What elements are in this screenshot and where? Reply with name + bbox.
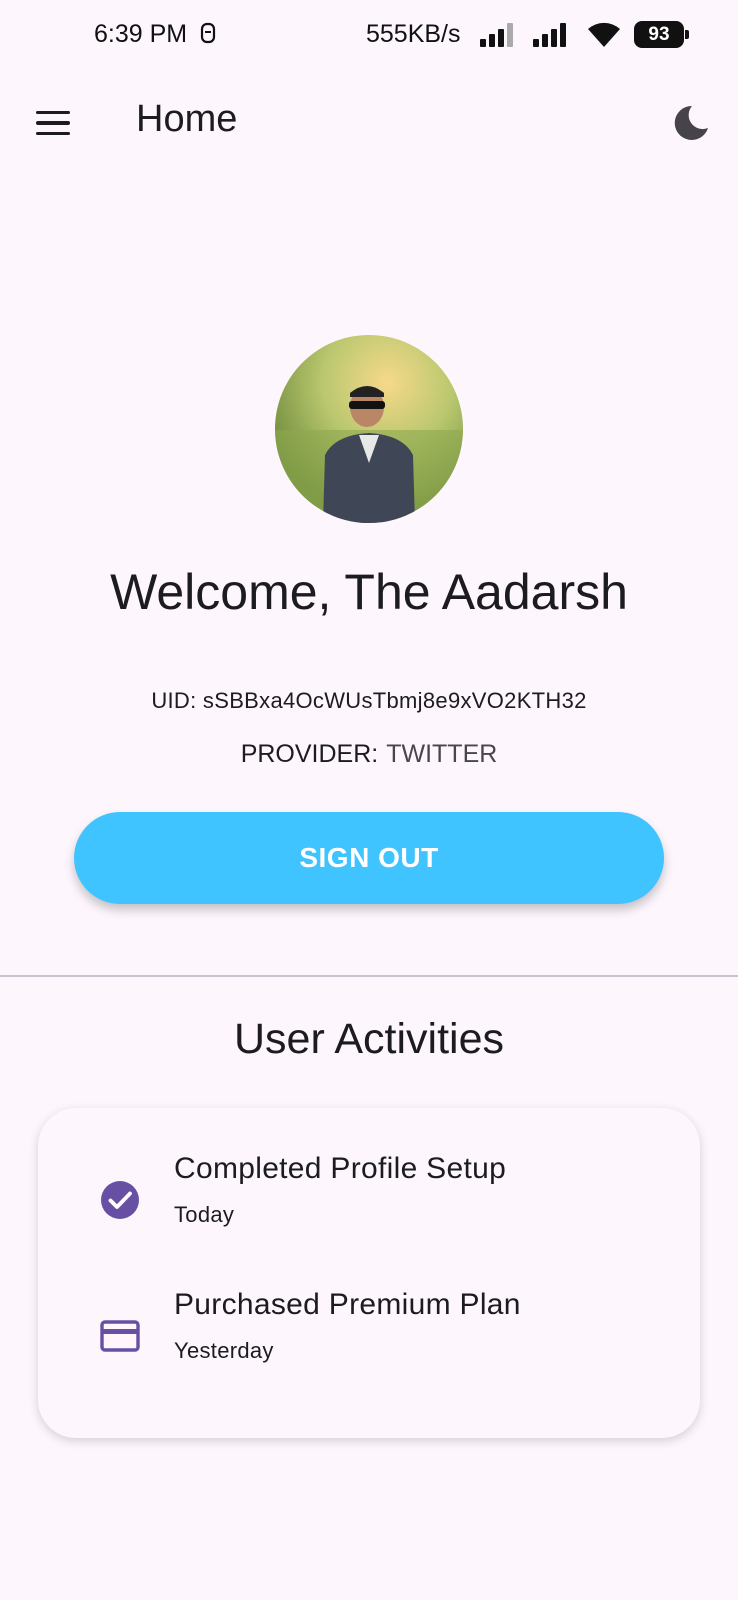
app-bar: Home (0, 72, 738, 172)
network-speed: 555KB/s (366, 20, 461, 48)
cell-signal-icon (480, 23, 513, 47)
activities-heading: User Activities (233, 1015, 504, 1063)
activity-item[interactable]: Purchased Premium Plan Yesterday (38, 1284, 700, 1394)
provider-value: TWITTER (386, 740, 498, 768)
wifi-icon (588, 22, 620, 47)
check-circle-icon (101, 1181, 139, 1219)
hamburger-menu-icon[interactable] (22, 92, 84, 154)
provider-row: PROVIDER: TWITTER (0, 740, 738, 769)
screen-record-icon (200, 22, 216, 44)
provider-label: PROVIDER: (240, 740, 379, 768)
activities-card: Completed Profile Setup Today Purchased … (38, 1108, 700, 1438)
avatar (275, 335, 463, 523)
activity-time: Yesterday (174, 1338, 274, 1363)
page-title: Home (136, 98, 238, 140)
welcome-heading: Welcome, The Aadarsh (110, 564, 628, 620)
battery-indicator: 93 (634, 21, 689, 48)
status-bar: 6:39 PM 555KB/s 93 (0, 0, 738, 72)
activity-title: Purchased Premium Plan (174, 1288, 521, 1321)
cell-signal-icon (533, 23, 566, 47)
sign-out-button[interactable]: SIGN OUT (74, 812, 664, 904)
activity-title: Completed Profile Setup (174, 1152, 507, 1185)
dark-mode-moon-icon[interactable] (666, 98, 716, 148)
divider (0, 975, 738, 977)
credit-card-icon (100, 1320, 140, 1352)
activity-time: Today (174, 1202, 235, 1227)
uid-text: UID: sSBBxa4OcWUsTbmj8e9xVO2KTH32 (151, 688, 587, 713)
status-time: 6:39 PM (94, 20, 188, 48)
activity-item[interactable]: Completed Profile Setup Today (38, 1148, 700, 1258)
